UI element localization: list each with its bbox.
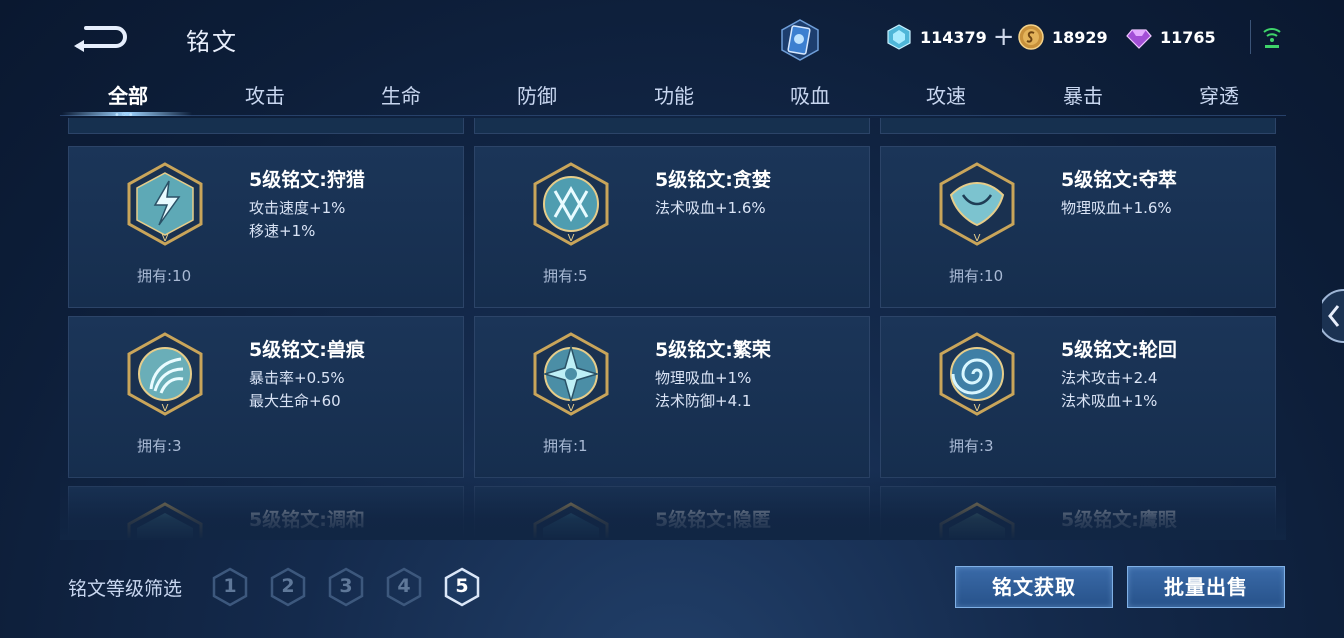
rune-owned-count: 拥有:3 <box>949 437 994 455</box>
side-panel-handle[interactable] <box>1317 288 1344 344</box>
rune-name: 5级铭文:鹰眼 <box>1061 509 1177 531</box>
star-rune-icon: V <box>533 332 609 416</box>
rune-name: 5级铭文:狩猎 <box>249 169 365 191</box>
rune-attribute: 暴击率+0.5% <box>249 369 345 387</box>
eagle-rune-icon <box>939 502 1015 538</box>
rune-attribute: 法术防御+4.1 <box>655 392 752 410</box>
tab-lifesteal[interactable]: 吸血 <box>770 80 850 109</box>
level-filter-label-2: 2 <box>281 575 295 597</box>
card-partial-top <box>68 118 464 134</box>
rune-card[interactable]: 5级铭文:隐匿 <box>474 486 870 538</box>
rune-attribute: 法术吸血+1.6% <box>655 199 766 217</box>
tab-attack[interactable]: 攻击 <box>225 80 305 109</box>
rune-name: 5级铭文:繁荣 <box>655 339 771 361</box>
rune-owned-count: 拥有:5 <box>543 267 588 285</box>
card-book-icon <box>781 19 819 61</box>
rune-name: 5级铭文:兽痕 <box>249 339 365 361</box>
add-diamond-button[interactable]: + <box>993 24 1015 50</box>
rune-level-mark: V <box>568 233 575 244</box>
level-filter-label-4: 4 <box>397 575 411 597</box>
wifi-signal-icon <box>1263 28 1281 48</box>
rune-name: 5级铭文:调和 <box>249 509 365 531</box>
rune-card-icon-button[interactable] <box>778 18 822 62</box>
rune-name: 5级铭文:夺萃 <box>1061 169 1177 191</box>
rune-level-mark: V <box>974 233 981 244</box>
level-filter-3[interactable]: 3 <box>327 567 365 607</box>
gold-amount: 18929 <box>1052 27 1108 47</box>
rune-attribute: 移速+1% <box>249 222 316 240</box>
rune-level-mark: V <box>974 403 981 414</box>
level-filter-label: 铭文等级筛选 <box>68 578 183 600</box>
header-divider <box>1250 20 1251 54</box>
level-filter-label-1: 1 <box>223 575 237 597</box>
back-arrow-icon <box>74 26 127 52</box>
get-rune-button[interactable]: 铭文获取 <box>955 566 1113 608</box>
hidden-rune-icon <box>533 502 609 538</box>
tab-critical[interactable]: 暴击 <box>1043 80 1123 109</box>
rune-card[interactable]: V 5级铭文:狩猎 攻击速度+1% 移速+1% 拥有:10 <box>68 146 464 308</box>
rune-card[interactable]: 5级铭文:调和 <box>68 486 464 538</box>
back-button[interactable] <box>70 18 134 54</box>
top-bar: 铭文 114379 + 18929 11765 <box>0 0 1344 76</box>
rune-card[interactable]: V 5级铭文:夺萃 物理吸血+1.6% 拥有:10 <box>880 146 1276 308</box>
harmony-rune-icon <box>127 502 203 538</box>
diamond-amount: 114379 <box>920 27 987 47</box>
rune-attribute: 物理吸血+1.6% <box>1061 199 1172 217</box>
currency-gem: 11765 <box>1126 22 1216 52</box>
tab-attack-speed[interactable]: 攻速 <box>906 80 986 109</box>
rune-attribute: 物理吸血+1% <box>655 369 752 387</box>
batch-sell-button[interactable]: 批量出售 <box>1127 566 1285 608</box>
rune-level-mark: V <box>568 403 575 414</box>
diamond-icon <box>887 24 911 50</box>
currency-gold: 18929 <box>1018 22 1108 52</box>
level-filter-1[interactable]: 1 <box>211 567 249 607</box>
page-title: 铭文 <box>186 28 238 56</box>
rune-name: 5级铭文:隐匿 <box>655 509 771 531</box>
claw-rune-icon: V <box>127 332 203 416</box>
greed-rune-icon: V <box>533 162 609 246</box>
rune-card[interactable]: V 5级铭文:繁荣 物理吸血+1% 法术防御+4.1 拥有:1 <box>474 316 870 478</box>
rune-attribute: 法术攻击+2.4 <box>1061 369 1158 387</box>
level-filter-4[interactable]: 4 <box>385 567 423 607</box>
rune-grid[interactable]: V 5级铭文:狩猎 攻击速度+1% 移速+1% 拥有:10 V 5级铭文:贪婪 … <box>60 118 1286 538</box>
tab-penetration[interactable]: 穿透 <box>1179 80 1259 109</box>
rune-owned-count: 拥有:3 <box>137 437 182 455</box>
rune-owned-count: 拥有:10 <box>949 267 1004 285</box>
tab-health[interactable]: 生命 <box>361 80 441 109</box>
rune-owned-count: 拥有:10 <box>137 267 192 285</box>
rune-attribute: 攻击速度+1% <box>249 199 346 217</box>
rune-level-mark: V <box>162 403 169 414</box>
tabs-divider <box>60 115 1286 116</box>
rune-attribute: 最大生命+60 <box>249 392 341 410</box>
gold-coin-icon <box>1018 24 1044 50</box>
currency-diamond: 114379 + <box>886 22 1015 52</box>
card-partial-top <box>880 118 1276 134</box>
card-partial-top <box>474 118 870 134</box>
tab-function[interactable]: 功能 <box>634 80 714 109</box>
level-filter-label-3: 3 <box>339 575 353 597</box>
rune-card[interactable]: V 5级铭文:轮回 法术攻击+2.4 法术吸血+1% 拥有:3 <box>880 316 1276 478</box>
category-tabs: 全部 攻击 生命 防御 功能 吸血 攻速 暴击 穿透 <box>60 76 1290 120</box>
rune-attribute: 法术吸血+1% <box>1061 392 1158 410</box>
gem-amount: 11765 <box>1160 27 1216 47</box>
purple-gem-icon <box>1126 29 1152 49</box>
rune-name: 5级铭文:轮回 <box>1061 339 1177 361</box>
level-filter-label-5: 5 <box>455 575 469 597</box>
rune-card[interactable]: V 5级铭文:贪婪 法术吸血+1.6% 拥有:5 <box>474 146 870 308</box>
spiral-rune-icon: V <box>939 332 1015 416</box>
chevron-left-icon <box>1317 289 1344 343</box>
lightning-rune-icon: V <box>127 162 203 246</box>
rune-name: 5级铭文:贪婪 <box>655 169 771 191</box>
tab-all[interactable]: 全部 <box>88 80 168 109</box>
rune-card[interactable]: 5级铭文:鹰眼 <box>880 486 1276 538</box>
rune-level-mark: V <box>162 233 169 244</box>
level-filter-2[interactable]: 2 <box>269 567 307 607</box>
tab-defense[interactable]: 防御 <box>497 80 577 109</box>
level-filter-5[interactable]: 5 <box>443 567 481 607</box>
rune-owned-count: 拥有:1 <box>543 437 588 455</box>
leaf-rune-icon: V <box>939 162 1015 246</box>
rune-card[interactable]: V 5级铭文:兽痕 暴击率+0.5% 最大生命+60 拥有:3 <box>68 316 464 478</box>
